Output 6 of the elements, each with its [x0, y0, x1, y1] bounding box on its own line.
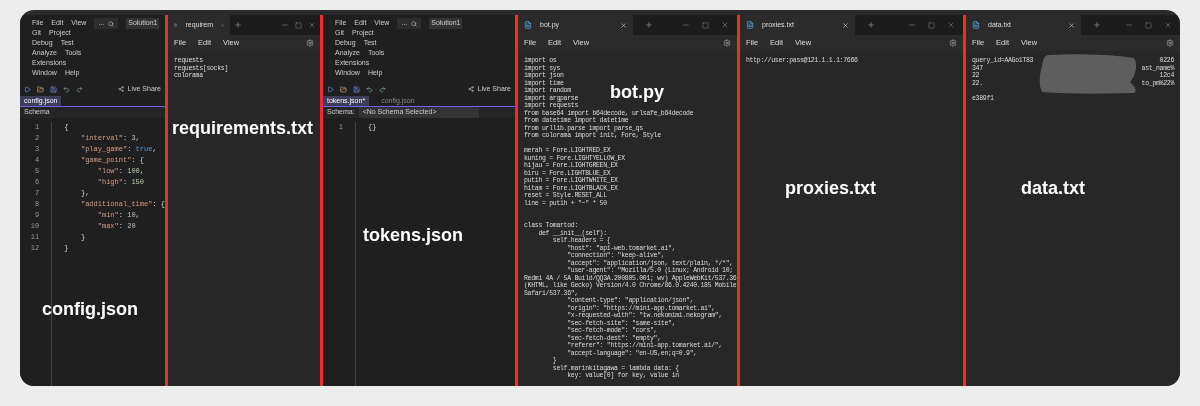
caption: bot.py — [610, 81, 664, 103]
caption: config.json — [42, 298, 138, 320]
caption: tokens.json — [363, 224, 464, 246]
caption: requirements.txt — [172, 117, 314, 139]
caption: proxies.txt — [785, 177, 877, 199]
caption: data.txt — [1021, 177, 1085, 199]
